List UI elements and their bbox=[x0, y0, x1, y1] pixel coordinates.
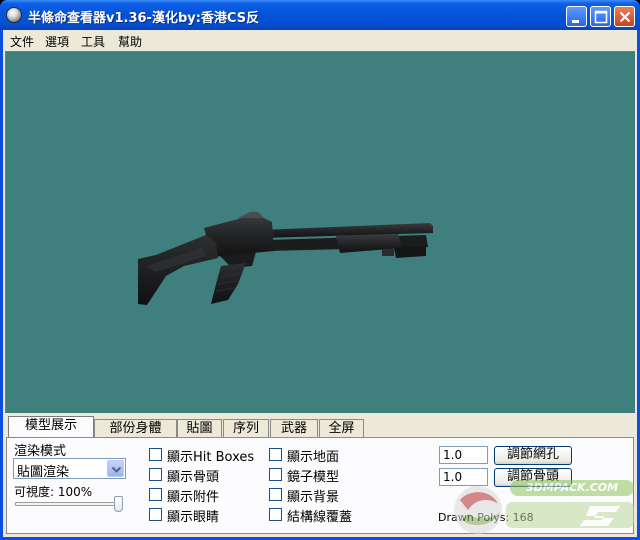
app-window: 半條命查看器v1.36-漢化by:香港CS反 文件 選項 工具 幫助 模型展示 … bbox=[0, 0, 640, 540]
checkbox-label: 顯示眼睛 bbox=[167, 510, 220, 525]
checkbox-wireframe-overlay[interactable] bbox=[269, 508, 282, 521]
minimize-button[interactable] bbox=[566, 6, 587, 27]
checkbox-label: 顯示背景 bbox=[287, 490, 340, 505]
model-viewport[interactable] bbox=[5, 51, 635, 413]
checkbox-label: 顯示地面 bbox=[287, 450, 340, 465]
checkbox-label: 顯示附件 bbox=[167, 490, 220, 505]
app-icon bbox=[6, 7, 22, 23]
shotgun-model bbox=[138, 212, 433, 305]
checkbox-label: 顯示Hit Boxes bbox=[167, 450, 255, 465]
checkbox-show-ground[interactable] bbox=[269, 448, 282, 461]
tab-weapons[interactable]: 武器 bbox=[270, 419, 318, 438]
checkbox-label: 顯示骨頭 bbox=[167, 470, 220, 485]
menu-file[interactable]: 文件 bbox=[10, 33, 34, 50]
render-mode-value: 貼圖渲染 bbox=[17, 465, 70, 480]
tab-fullscreen[interactable]: 全屏 bbox=[319, 419, 364, 438]
title-bar[interactable]: 半條命查看器v1.36-漢化by:香港CS反 bbox=[0, 0, 640, 30]
menu-help[interactable]: 幫助 bbox=[118, 33, 142, 50]
maximize-icon bbox=[594, 10, 608, 24]
menu-tools[interactable]: 工具 bbox=[81, 33, 105, 50]
tab-model-display[interactable]: 模型展示 bbox=[8, 416, 94, 438]
menu-options[interactable]: 選項 bbox=[45, 33, 69, 50]
client-area: 文件 選項 工具 幫助 模型展示 部份身體 貼圖 序列 武器 全屏 渲染模式 貼… bbox=[3, 30, 637, 537]
render-mode-label: 渲染模式 bbox=[14, 444, 67, 459]
checkbox-show-hitboxes[interactable] bbox=[149, 448, 162, 461]
close-icon bbox=[619, 11, 631, 23]
tab-textures[interactable]: 貼圖 bbox=[177, 419, 222, 438]
visibility-slider-track[interactable] bbox=[15, 502, 119, 506]
menu-bar: 文件 選項 工具 幫助 bbox=[3, 30, 637, 50]
adjust-mesh-button[interactable]: 調節網孔 bbox=[494, 446, 572, 465]
checkbox-show-bones[interactable] bbox=[149, 468, 162, 481]
tab-strip: 模型展示 部份身體 貼圖 序列 武器 全屏 bbox=[3, 416, 637, 438]
watermark-text: 3DMPACK.COM bbox=[526, 481, 619, 494]
window-title: 半條命查看器v1.36-漢化by:香港CS反 bbox=[28, 11, 260, 26]
visibility-label: 可視度: 100% bbox=[14, 485, 93, 499]
checkbox-label: 鏡子模型 bbox=[287, 470, 340, 485]
checkbox-show-background[interactable] bbox=[269, 488, 282, 501]
visibility-slider-thumb[interactable] bbox=[114, 496, 123, 512]
tab-body-parts[interactable]: 部份身體 bbox=[94, 419, 177, 438]
render-mode-select[interactable]: 貼圖渲染 bbox=[13, 458, 126, 480]
minimize-icon bbox=[572, 20, 579, 23]
close-button[interactable] bbox=[614, 6, 635, 27]
checkbox-mirror-model[interactable] bbox=[269, 468, 282, 481]
checkbox-label: 結構線覆蓋 bbox=[287, 510, 353, 525]
watermark-logo: 3DMPACK.COM bbox=[440, 470, 636, 536]
mesh-value-input[interactable]: 1.0 bbox=[439, 446, 488, 464]
checkbox-show-attachments[interactable] bbox=[149, 488, 162, 501]
checkbox-show-eyes[interactable] bbox=[149, 508, 162, 521]
tab-sequences[interactable]: 序列 bbox=[223, 419, 269, 438]
maximize-button[interactable] bbox=[590, 6, 611, 27]
chevron-down-icon[interactable] bbox=[107, 460, 124, 477]
